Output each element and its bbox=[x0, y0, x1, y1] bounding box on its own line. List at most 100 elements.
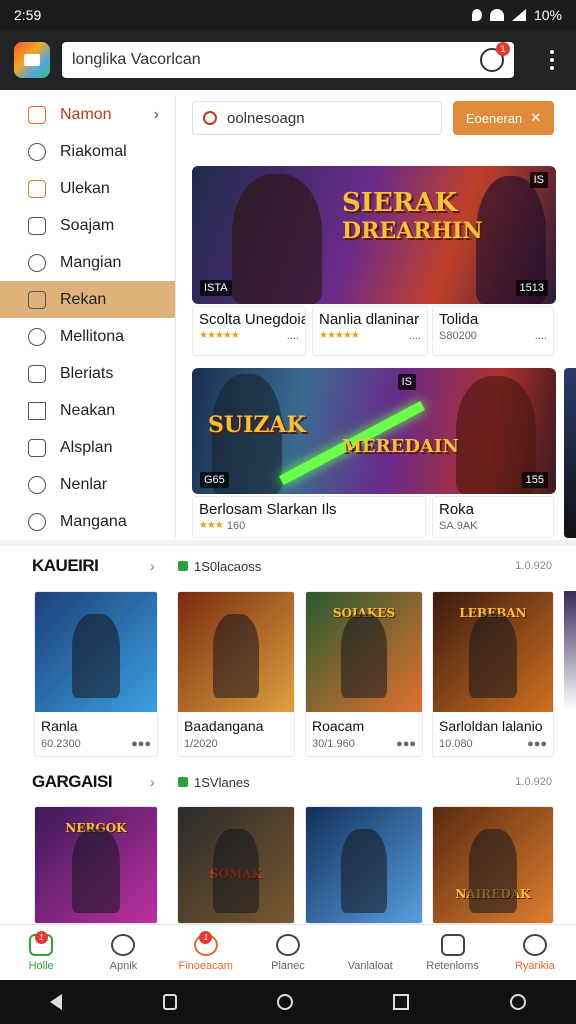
game-title: Roacam bbox=[312, 718, 365, 734]
sidebar-item-label: Bleriats bbox=[60, 364, 114, 382]
featured-banner-2[interactable]: SUIZAK MEREDAIN G65 155 IS bbox=[192, 368, 556, 494]
sidebar-item-mellitona[interactable]: Mellitona bbox=[0, 318, 175, 355]
card-meta-dots: .... bbox=[534, 330, 547, 342]
section-title: GARGAISI bbox=[32, 772, 113, 791]
game-card[interactable]: Ranla 60.2300 ●●● bbox=[34, 591, 158, 757]
nav-home[interactable]: Holle 1 bbox=[0, 925, 82, 980]
sidebar-item-mangian[interactable]: Mangian bbox=[0, 244, 175, 281]
sidebar-item-mangana[interactable]: Mangana bbox=[0, 503, 175, 540]
listing-card[interactable]: Tolida S80200.... bbox=[432, 306, 554, 356]
section-filter[interactable]: 1S0lacaoss bbox=[178, 559, 261, 574]
game-card[interactable] bbox=[305, 806, 423, 924]
listing-card[interactable]: Roka SA.9AK bbox=[432, 496, 554, 538]
system-navigation-bar bbox=[0, 980, 576, 1024]
listing-card[interactable]: Berlosam Slarkan Ils ★★★ 160 bbox=[192, 496, 426, 538]
nav-ryarikia[interactable]: Ryarikia bbox=[494, 925, 576, 980]
overview-icon[interactable] bbox=[393, 994, 410, 1010]
home-button-icon[interactable] bbox=[276, 994, 293, 1010]
banner-title: SUIZAK bbox=[208, 412, 306, 438]
sidebar-item-nenlar[interactable]: Nenlar bbox=[0, 466, 175, 503]
chevron-right-icon[interactable]: › bbox=[150, 558, 155, 574]
game-card[interactable]: NERGOK bbox=[34, 806, 158, 924]
card-title: Nanlia dlaninar bbox=[319, 311, 420, 328]
user-icon bbox=[111, 933, 136, 956]
game-card[interactable]: Baadangana 1/2020 bbox=[177, 591, 295, 757]
sidebar-item-riakomal[interactable]: Riakomal bbox=[0, 133, 175, 170]
app-logo-icon[interactable] bbox=[14, 42, 50, 78]
nav-label: Vanlaloat bbox=[347, 959, 393, 972]
section-count: 1.0.920 bbox=[515, 776, 552, 788]
character-figure bbox=[340, 613, 388, 698]
game-thumbnail bbox=[306, 807, 422, 923]
more-dots-icon[interactable]: ●●● bbox=[396, 738, 416, 750]
clock-icon bbox=[28, 253, 46, 272]
sidebar-item-bleriats[interactable]: Bleriats bbox=[0, 355, 175, 392]
more-dots-icon[interactable]: ●●● bbox=[131, 738, 151, 750]
more-dots-icon[interactable]: ●●● bbox=[527, 738, 547, 750]
back-icon[interactable] bbox=[50, 994, 63, 1010]
sidebar-item-ulekan[interactable]: Ulekan bbox=[0, 170, 175, 207]
nav-retenloms[interactable]: Retenloms bbox=[411, 925, 493, 980]
character-figure bbox=[212, 613, 260, 698]
game-card[interactable]: LEBEBAN Sarloldan lalanio 10.080 ●●● bbox=[432, 591, 554, 757]
rating-stars: ★★★★★ bbox=[199, 330, 240, 341]
game-thumbnail: LEBEBAN bbox=[433, 592, 553, 712]
card-meta: S80200 bbox=[439, 330, 477, 342]
listing-card[interactable]: Scolta Unegdoia ★★★★★.... bbox=[192, 306, 306, 356]
nav-finoeacam[interactable]: Finoeacam 1 bbox=[165, 925, 247, 980]
nav-vanlaloat[interactable]: Vanlaloat bbox=[329, 925, 411, 980]
address-bar[interactable]: longlika Vacorlcan 1 bbox=[62, 42, 514, 78]
banner-badge: 155 bbox=[521, 472, 548, 488]
card-title: Tolida bbox=[439, 311, 479, 328]
nav-label: Finoeacam bbox=[178, 959, 233, 972]
game-card[interactable]: SOMAK bbox=[177, 806, 295, 924]
sidebar-item-alsplan[interactable]: Alsplan bbox=[0, 429, 175, 466]
nav-label: Apnik bbox=[109, 959, 138, 972]
nav-label: Holle bbox=[28, 959, 54, 972]
game-meta: 10.080 bbox=[439, 738, 473, 750]
category-sidebar: Namon › Riakomal Ulekan Soajam Mangian Re… bbox=[0, 96, 176, 538]
assistant-icon[interactable] bbox=[509, 994, 526, 1010]
nav-apnik[interactable]: Apnik bbox=[82, 925, 164, 980]
browser-toolbar: longlika Vacorlcan 1 bbox=[0, 30, 576, 90]
featured-banner-1[interactable]: SIERAK DREARHIN ISTA 1513 IS bbox=[192, 166, 556, 304]
document-icon bbox=[28, 216, 46, 235]
search-button[interactable]: Eoeneran ✕ bbox=[453, 101, 554, 135]
chevron-right-icon[interactable]: › bbox=[150, 774, 155, 790]
listing-card[interactable]: Nanlia dlaninar ★★★★★.... bbox=[312, 306, 428, 356]
character-figure bbox=[71, 613, 121, 698]
sidebar-item-rekan[interactable]: Rekan bbox=[0, 281, 175, 318]
game-card[interactable]: SOIAKES Roacam 30/1.960 ●●● bbox=[305, 591, 423, 757]
game-title: Baadangana bbox=[184, 718, 264, 734]
nav-label: Ryarikia bbox=[514, 959, 555, 972]
compass-icon bbox=[28, 475, 46, 494]
banner-title: SIERAK bbox=[342, 188, 458, 218]
section-header-2: GARGAISI › 1SVlanes 1.0.920 bbox=[0, 762, 576, 802]
game-meta: 30/1.960 bbox=[312, 738, 355, 750]
section-title: KAUEIRI bbox=[32, 556, 99, 575]
more-menu-icon[interactable] bbox=[542, 50, 562, 70]
card-title: Berlosam Slarkan Ils bbox=[199, 501, 337, 518]
sidebar-item-soajam[interactable]: Soajam bbox=[0, 207, 175, 244]
filter-icon bbox=[178, 777, 188, 787]
section-filter[interactable]: 1SVlanes bbox=[178, 775, 250, 790]
game-thumbnail: SOMAK bbox=[178, 807, 294, 923]
banner-badge: IS bbox=[397, 374, 416, 390]
recent-apps-icon[interactable] bbox=[162, 994, 177, 1010]
search-button-label: Eoeneran bbox=[465, 110, 523, 126]
game-card[interactable]: NAIREDAK bbox=[432, 806, 554, 924]
search-input[interactable]: oolnesoagn bbox=[192, 101, 442, 135]
search-placeholder: oolnesoagn bbox=[227, 109, 305, 127]
nav-label: Planec bbox=[271, 959, 305, 972]
character-figure bbox=[212, 828, 260, 913]
character-figure bbox=[71, 828, 121, 913]
nav-planec[interactable]: Planec bbox=[247, 925, 329, 980]
sidebar-item-neakan[interactable]: Neakan bbox=[0, 392, 175, 429]
next-card-peek[interactable] bbox=[564, 591, 576, 757]
card-meta: SA.9AK bbox=[439, 520, 478, 532]
notification-icon[interactable]: 1 bbox=[480, 42, 510, 72]
section-filter-label: 1S0lacaoss bbox=[194, 558, 262, 574]
next-banner-peek[interactable] bbox=[564, 368, 576, 538]
character-figure bbox=[469, 613, 517, 698]
sidebar-item-namon[interactable]: Namon › bbox=[0, 96, 175, 133]
